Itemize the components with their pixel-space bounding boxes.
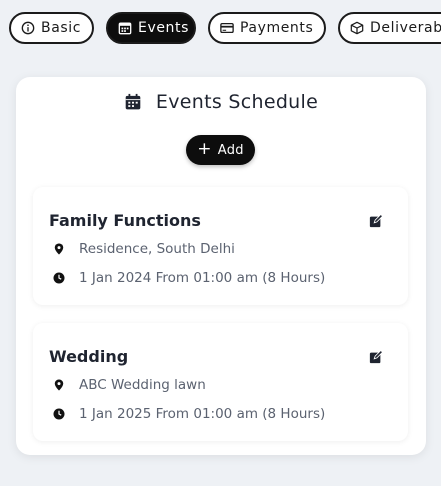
tab-label: Payments bbox=[240, 20, 314, 36]
tab-payments[interactable]: Payments bbox=[208, 12, 326, 44]
event-card: Family Functions Residence, South Delhi … bbox=[33, 187, 408, 305]
plus-icon: + bbox=[197, 138, 212, 159]
credit-card-icon bbox=[220, 22, 234, 34]
event-title: Wedding bbox=[49, 347, 129, 366]
tab-basic[interactable]: Basic bbox=[9, 12, 94, 44]
event-location: Residence, South Delhi bbox=[53, 241, 235, 257]
tab-bar: Basic Events Payments Deliverables bbox=[0, 12, 441, 48]
calendar-icon bbox=[118, 22, 132, 35]
tab-deliverables[interactable]: Deliverables bbox=[338, 12, 441, 44]
clock-icon bbox=[53, 272, 65, 284]
event-time: 1 Jan 2024 From 01:00 am (8 Hours) bbox=[53, 270, 325, 286]
time-text: 1 Jan 2025 From 01:00 am (8 Hours) bbox=[79, 406, 326, 422]
event-location: ABC Wedding lawn bbox=[53, 377, 206, 393]
event-time: 1 Jan 2025 From 01:00 am (8 Hours) bbox=[53, 406, 325, 422]
location-pin-icon bbox=[54, 379, 64, 391]
location-pin-icon bbox=[54, 243, 64, 255]
page-title: Events Schedule bbox=[155, 91, 319, 113]
info-icon bbox=[21, 21, 35, 35]
location-text: Residence, South Delhi bbox=[79, 241, 235, 257]
card-header: Events Schedule bbox=[16, 91, 426, 113]
events-schedule-card: Events Schedule + Add Family Functions R… bbox=[16, 77, 426, 455]
box-icon bbox=[350, 21, 364, 35]
calendar-icon bbox=[125, 93, 141, 110]
time-text: 1 Jan 2024 From 01:00 am (8 Hours) bbox=[79, 270, 326, 286]
event-card: Wedding ABC Wedding lawn 1 Jan 2025 From… bbox=[33, 323, 408, 441]
add-button-label: Add bbox=[217, 142, 244, 158]
tab-events[interactable]: Events bbox=[106, 12, 196, 44]
add-event-button[interactable]: + Add bbox=[186, 135, 255, 165]
location-text: ABC Wedding lawn bbox=[79, 377, 206, 393]
tab-label: Deliverables bbox=[370, 20, 441, 36]
edit-icon[interactable] bbox=[369, 350, 383, 364]
clock-icon bbox=[53, 408, 65, 420]
event-title: Family Functions bbox=[49, 211, 201, 230]
tab-label: Events bbox=[138, 20, 190, 36]
tab-label: Basic bbox=[41, 20, 82, 36]
edit-icon[interactable] bbox=[369, 214, 383, 228]
